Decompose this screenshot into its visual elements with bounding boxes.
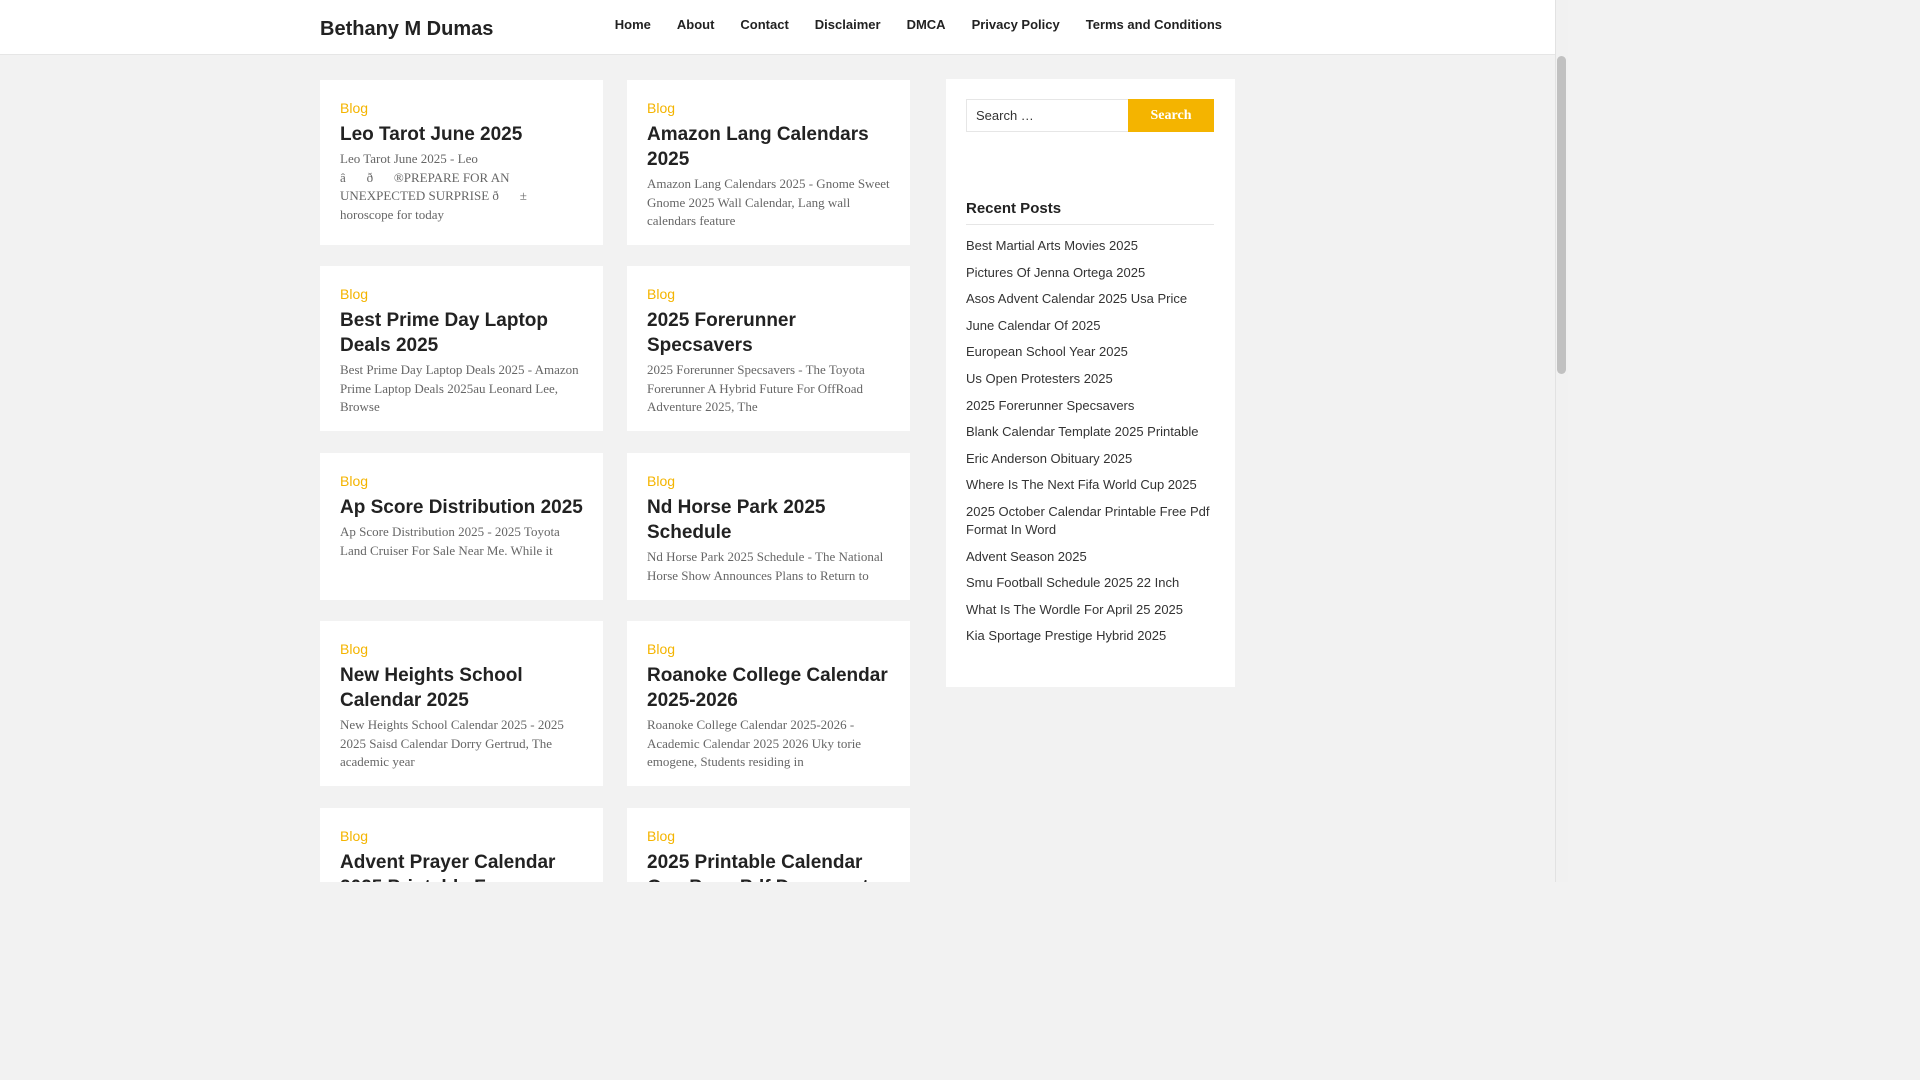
post-card: Blog Leo Tarot June 2025 Leo Tarot June … (320, 80, 603, 245)
post-card: Blog Amazon Lang Calendars 2025 Amazon L… (627, 80, 910, 245)
post-title[interactable]: Ap Score Distribution 2025 (340, 495, 583, 520)
post-category[interactable]: Blog (340, 100, 583, 116)
post-title[interactable]: Advent Prayer Calendar 2025 Printable Fr… (340, 850, 583, 882)
post-category[interactable]: Blog (340, 473, 583, 489)
post-title[interactable]: Roanoke College Calendar 2025-2026 (647, 663, 890, 713)
post-category[interactable]: Blog (340, 641, 583, 657)
post-card: Blog 2025 Forerunner Specsavers 2025 For… (627, 266, 910, 431)
nav-about[interactable]: About (677, 17, 715, 33)
nav-contact[interactable]: Contact (740, 17, 788, 33)
recent-post-link[interactable]: What Is The Wordle For April 25 2025 (966, 597, 1214, 623)
post-excerpt: Amazon Lang Calendars 2025 - Gnome Sweet… (647, 176, 890, 228)
vertical-scrollbar[interactable] (1555, 0, 1568, 882)
post-title[interactable]: 2025 Forerunner Specsavers (647, 308, 890, 358)
post-category[interactable]: Blog (340, 286, 583, 302)
recent-post-link[interactable]: Where Is The Next Fifa World Cup 2025 (966, 472, 1214, 498)
post-excerpt: Nd Horse Park 2025 Schedule - The Nation… (647, 549, 884, 583)
nav-home[interactable]: Home (615, 17, 651, 33)
post-category[interactable]: Blog (647, 641, 890, 657)
post-category[interactable]: Blog (647, 473, 890, 489)
recent-post-link[interactable]: Blank Calendar Template 2025 Printable (966, 419, 1214, 445)
recent-post-link[interactable]: Pictures Of Jenna Ortega 2025 (966, 260, 1214, 286)
post-excerpt: Roanoke College Calendar 2025-2026 - Aca… (647, 717, 862, 769)
post-title[interactable]: 2025 Printable Calendar One Page Pdf Doc… (647, 850, 890, 882)
post-excerpt: 2025 Forerunner Specsavers - The Toyota … (647, 362, 865, 414)
post-category[interactable]: Blog (647, 828, 890, 844)
post-excerpt: Ap Score Distribution 2025 - 2025 Toyota… (340, 524, 560, 558)
post-title[interactable]: Leo Tarot June 2025 (340, 122, 583, 147)
post-category[interactable]: Blog (647, 100, 890, 116)
post-card: Blog Nd Horse Park 2025 Schedule Nd Hors… (627, 453, 910, 600)
nav-terms[interactable]: Terms and Conditions (1086, 17, 1222, 33)
nav-disclaimer[interactable]: Disclaimer (815, 17, 881, 33)
post-category[interactable]: Blog (340, 828, 583, 844)
search-input[interactable] (966, 99, 1128, 132)
recent-post-link[interactable]: Smu Football Schedule 2025 22 Inch (966, 570, 1214, 596)
post-excerpt: Leo Tarot June 2025 - Leo âð®PREPARE… (340, 151, 527, 222)
search-button[interactable]: Search (1128, 99, 1214, 132)
post-card: Blog 2025 Printable Calendar One Page Pd… (627, 808, 910, 882)
post-card: Blog Advent Prayer Calendar 2025 Printab… (320, 808, 603, 882)
post-title[interactable]: Amazon Lang Calendars 2025 (647, 122, 890, 172)
post-title[interactable]: Best Prime Day Laptop Deals 2025 (340, 308, 583, 358)
search-form: Search (966, 99, 1214, 132)
post-card: Blog New Heights School Calendar 2025 Ne… (320, 621, 603, 786)
recent-post-link[interactable]: Kia Sportage Prestige Hybrid 2025 (966, 623, 1214, 649)
sidebar: Search Recent Posts Best Martial Arts Mo… (946, 79, 1235, 687)
recent-post-link[interactable]: Best Martial Arts Movies 2025 (966, 233, 1214, 259)
post-excerpt: Best Prime Day Laptop Deals 2025 - Amazo… (340, 362, 579, 414)
post-card: Blog Roanoke College Calendar 2025-2026 … (627, 621, 910, 786)
recent-post-link[interactable]: Asos Advent Calendar 2025 Usa Price (966, 286, 1214, 312)
recent-post-link[interactable]: European School Year 2025 (966, 339, 1214, 365)
scrollbar-thumb[interactable] (1557, 56, 1566, 374)
site-header: Bethany M Dumas Home About Contact Discl… (0, 0, 1555, 55)
nav-privacy-policy[interactable]: Privacy Policy (972, 17, 1060, 33)
recent-posts-title: Recent Posts (966, 200, 1214, 225)
recent-posts-list: Best Martial Arts Movies 2025 Pictures O… (966, 233, 1214, 649)
post-card: Blog Best Prime Day Laptop Deals 2025 Be… (320, 266, 603, 431)
post-card: Blog Ap Score Distribution 2025 Ap Score… (320, 453, 603, 600)
post-title[interactable]: Nd Horse Park 2025 Schedule (647, 495, 890, 545)
post-excerpt: New Heights School Calendar 2025 - 2025 … (340, 717, 564, 769)
post-category[interactable]: Blog (647, 286, 890, 302)
main-nav: Home About Contact Disclaimer DMCA Priva… (589, 17, 1222, 33)
site-title[interactable]: Bethany M Dumas (320, 18, 493, 41)
recent-post-link[interactable]: June Calendar Of 2025 (966, 313, 1214, 339)
recent-post-link[interactable]: 2025 Forerunner Specsavers (966, 393, 1214, 419)
recent-post-link[interactable]: 2025 October Calendar Printable Free Pdf… (966, 499, 1214, 543)
recent-post-link[interactable]: Us Open Protesters 2025 (966, 366, 1214, 392)
recent-post-link[interactable]: Advent Season 2025 (966, 544, 1214, 570)
nav-dmca[interactable]: DMCA (907, 17, 946, 33)
post-title[interactable]: New Heights School Calendar 2025 (340, 663, 583, 713)
recent-post-link[interactable]: Eric Anderson Obituary 2025 (966, 446, 1214, 472)
